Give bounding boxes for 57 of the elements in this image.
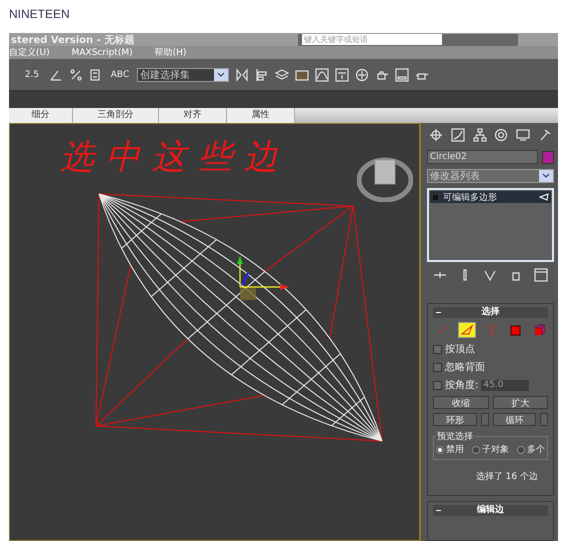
- hammer-icon[interactable]: [538, 128, 552, 142]
- page-title: NINETEEN: [8, 6, 71, 23]
- named-selection-dropdown[interactable]: 创建选择集: [137, 68, 229, 82]
- edit-named-selection-icon[interactable]: ABC: [109, 64, 131, 86]
- group-label: 预览选择: [436, 430, 474, 443]
- triangle-edge-icon: [460, 324, 472, 336]
- mirror-icon[interactable]: [235, 68, 249, 82]
- ribbon-tab[interactable]: 对齐: [159, 108, 227, 123]
- ribbon-tab[interactable]: 三角剖分: [73, 108, 159, 123]
- ribbon-tab[interactable]: 属性: [227, 108, 295, 123]
- vertex-dots-icon: [436, 324, 448, 336]
- handwritten-annotation: 选中这些边: [60, 136, 290, 179]
- checkbox[interactable]: 按顶点: [433, 342, 548, 356]
- percent-icon[interactable]: [69, 68, 83, 82]
- square-polygon-icon: [508, 324, 520, 336]
- menu-item[interactable]: 帮助(H): [154, 46, 186, 59]
- modify-icon[interactable]: [450, 128, 465, 142]
- edge-level-button[interactable]: [458, 322, 476, 338]
- angle-snap-icon[interactable]: 2.5: [21, 64, 43, 86]
- layers-icon[interactable]: [275, 68, 289, 82]
- object-color-swatch[interactable]: [542, 150, 554, 164]
- shrink-grow-button[interactable]: 收缩: [433, 396, 488, 409]
- shrink-grow-button[interactable]: 扩大: [492, 396, 548, 409]
- checkbox[interactable]: 忽略背面: [433, 360, 548, 374]
- ribbon-tab[interactable]: 细分: [9, 108, 73, 123]
- modifier-stack-item[interactable]: 可编辑多边形: [430, 191, 551, 203]
- rollout-header[interactable]: 选择: [433, 307, 548, 318]
- ring-loop-button[interactable]: 环形: [433, 413, 476, 426]
- angle-spinner-field[interactable]: 45.0: [481, 380, 530, 390]
- schematic-icon[interactable]: [335, 68, 349, 82]
- make-unique-icon[interactable]: [483, 268, 498, 282]
- search-field[interactable]: 键入关键字或短语: [298, 34, 518, 46]
- curve-editor-icon[interactable]: [315, 68, 329, 82]
- align-icon[interactable]: [255, 68, 269, 82]
- chevron-down-icon: [542, 173, 550, 179]
- object-name-field[interactable]: Circle02: [427, 150, 538, 164]
- cube-element-icon: [532, 324, 544, 336]
- menu-item[interactable]: 自定义(U): [9, 46, 50, 59]
- radio-button[interactable]: 禁用: [436, 443, 464, 456]
- display-icon[interactable]: [516, 128, 530, 142]
- motion-icon[interactable]: [494, 128, 508, 142]
- chevron-down-icon: [217, 72, 225, 78]
- checkbox[interactable]: 按角度: 45.0: [433, 378, 548, 392]
- radio-button[interactable]: 子对象: [472, 443, 509, 456]
- render-frame-icon[interactable]: [395, 68, 409, 82]
- modifier-list-dropdown[interactable]: 修改器列表: [427, 169, 554, 183]
- material-editor-icon[interactable]: [355, 68, 369, 82]
- rollout-header[interactable]: 编辑边: [433, 505, 548, 516]
- create-icon[interactable]: [429, 128, 443, 142]
- radio-button[interactable]: 多个: [517, 443, 545, 456]
- ring-loop-button[interactable]: 循环: [492, 413, 536, 426]
- configure-sets-icon[interactable]: [534, 268, 548, 282]
- triangle-icon: [539, 193, 549, 201]
- menu-item[interactable]: MAXScript(M): [72, 48, 133, 58]
- selection-status: 选择了 16 个边: [474, 470, 539, 484]
- hierarchy-icon[interactable]: [472, 128, 487, 142]
- window-title: stered Version - 无标题: [10, 34, 134, 46]
